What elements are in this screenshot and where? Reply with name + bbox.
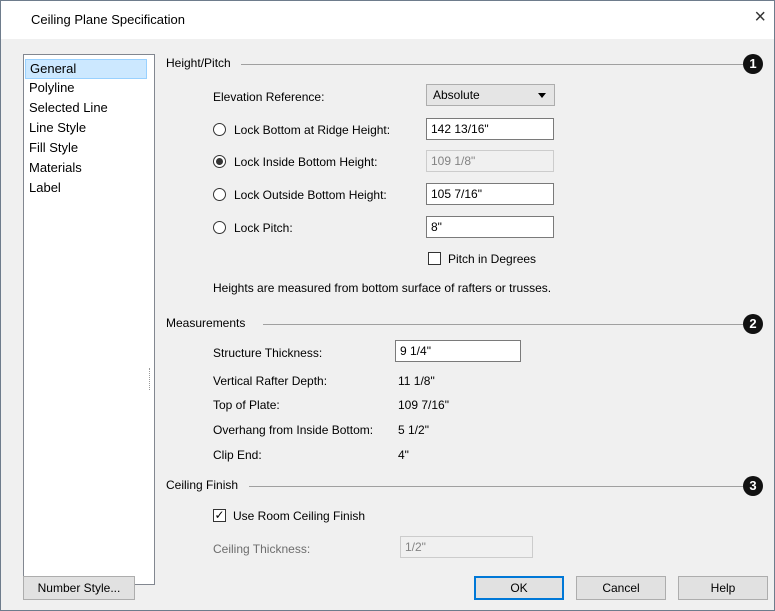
vertical-rafter-depth-label: Vertical Rafter Depth: [213, 374, 328, 388]
pitch-in-degrees-checkbox[interactable] [428, 252, 441, 265]
ceiling-thickness-input: 1/2" [400, 536, 533, 558]
pitch-in-degrees-label[interactable]: Pitch in Degrees [448, 252, 536, 266]
sidebar-item-general[interactable]: General [25, 59, 147, 79]
overhang-value: 5 1/2" [398, 423, 429, 437]
callout-badge-3: 3 [743, 476, 763, 496]
lock-outside-bottom-label[interactable]: Lock Outside Bottom Height: [234, 188, 387, 202]
sidebar-item-label[interactable]: Label [25, 178, 145, 198]
ceiling-finish-divider [249, 486, 743, 487]
ceiling-thickness-label: Ceiling Thickness: [213, 542, 311, 556]
elevation-reference-value: Absolute [433, 88, 480, 102]
lock-inside-bottom-label[interactable]: Lock Inside Bottom Height: [234, 155, 377, 169]
window-title: Ceiling Plane Specification [31, 12, 185, 27]
lock-pitch-input[interactable]: 8" [426, 216, 554, 238]
lock-bottom-ridge-input[interactable]: 142 13/16" [426, 118, 554, 140]
elevation-reference-select[interactable]: Absolute [426, 84, 555, 106]
panel-splitter-handle[interactable] [149, 368, 152, 390]
elevation-reference-label: Elevation Reference: [213, 90, 325, 104]
sidebar-item-line-style[interactable]: Line Style [25, 118, 145, 138]
title-bar: Ceiling Plane Specification × [1, 1, 774, 39]
sidebar-item-polyline[interactable]: Polyline [25, 78, 145, 98]
ceiling-finish-group-title: Ceiling Finish [166, 478, 239, 492]
ok-button[interactable]: OK [474, 576, 564, 600]
ceiling-plane-dialog: Ceiling Plane Specification × General Po… [0, 0, 775, 611]
sidebar-item-materials[interactable]: Materials [25, 158, 145, 178]
height-pitch-divider [241, 64, 743, 65]
measurements-divider [263, 324, 743, 325]
callout-badge-1: 1 [743, 54, 763, 74]
top-of-plate-value: 109 7/16" [398, 398, 449, 412]
heights-note: Heights are measured from bottom surface… [213, 281, 552, 295]
top-of-plate-label: Top of Plate: [213, 398, 280, 412]
sidebar-item-fill-style[interactable]: Fill Style [25, 138, 145, 158]
lock-inside-bottom-input: 109 1/8" [426, 150, 554, 172]
overhang-label: Overhang from Inside Bottom: [213, 423, 374, 437]
callout-badge-2: 2 [743, 314, 763, 334]
vertical-rafter-depth-value: 11 1/8" [398, 374, 435, 388]
clip-end-label: Clip End: [213, 448, 262, 462]
chevron-down-icon [538, 93, 546, 98]
use-room-finish-checkbox[interactable]: ✓ [213, 509, 226, 522]
height-pitch-group-title: Height/Pitch [166, 56, 231, 70]
clip-end-value: 4" [398, 448, 409, 462]
structure-thickness-input[interactable]: 9 1/4" [395, 340, 521, 362]
lock-outside-bottom-radio[interactable] [213, 188, 226, 201]
sidebar-item-selected-line[interactable]: Selected Line [25, 98, 145, 118]
cancel-button[interactable]: Cancel [576, 576, 666, 600]
number-style-button[interactable]: Number Style... [23, 576, 135, 600]
use-room-finish-label[interactable]: Use Room Ceiling Finish [233, 509, 365, 523]
structure-thickness-label: Structure Thickness: [213, 346, 323, 360]
lock-inside-bottom-radio[interactable] [213, 155, 226, 168]
lock-pitch-radio[interactable] [213, 221, 226, 234]
radio-selected-dot [216, 158, 223, 165]
lock-pitch-label[interactable]: Lock Pitch: [234, 221, 293, 235]
close-icon[interactable]: × [754, 7, 766, 27]
help-button[interactable]: Help [678, 576, 768, 600]
lock-bottom-ridge-radio[interactable] [213, 123, 226, 136]
category-list[interactable]: General Polyline Selected Line Line Styl… [23, 54, 155, 585]
lock-bottom-ridge-label[interactable]: Lock Bottom at Ridge Height: [234, 123, 390, 137]
lock-outside-bottom-input[interactable]: 105 7/16" [426, 183, 554, 205]
measurements-group-title: Measurements [166, 316, 246, 330]
